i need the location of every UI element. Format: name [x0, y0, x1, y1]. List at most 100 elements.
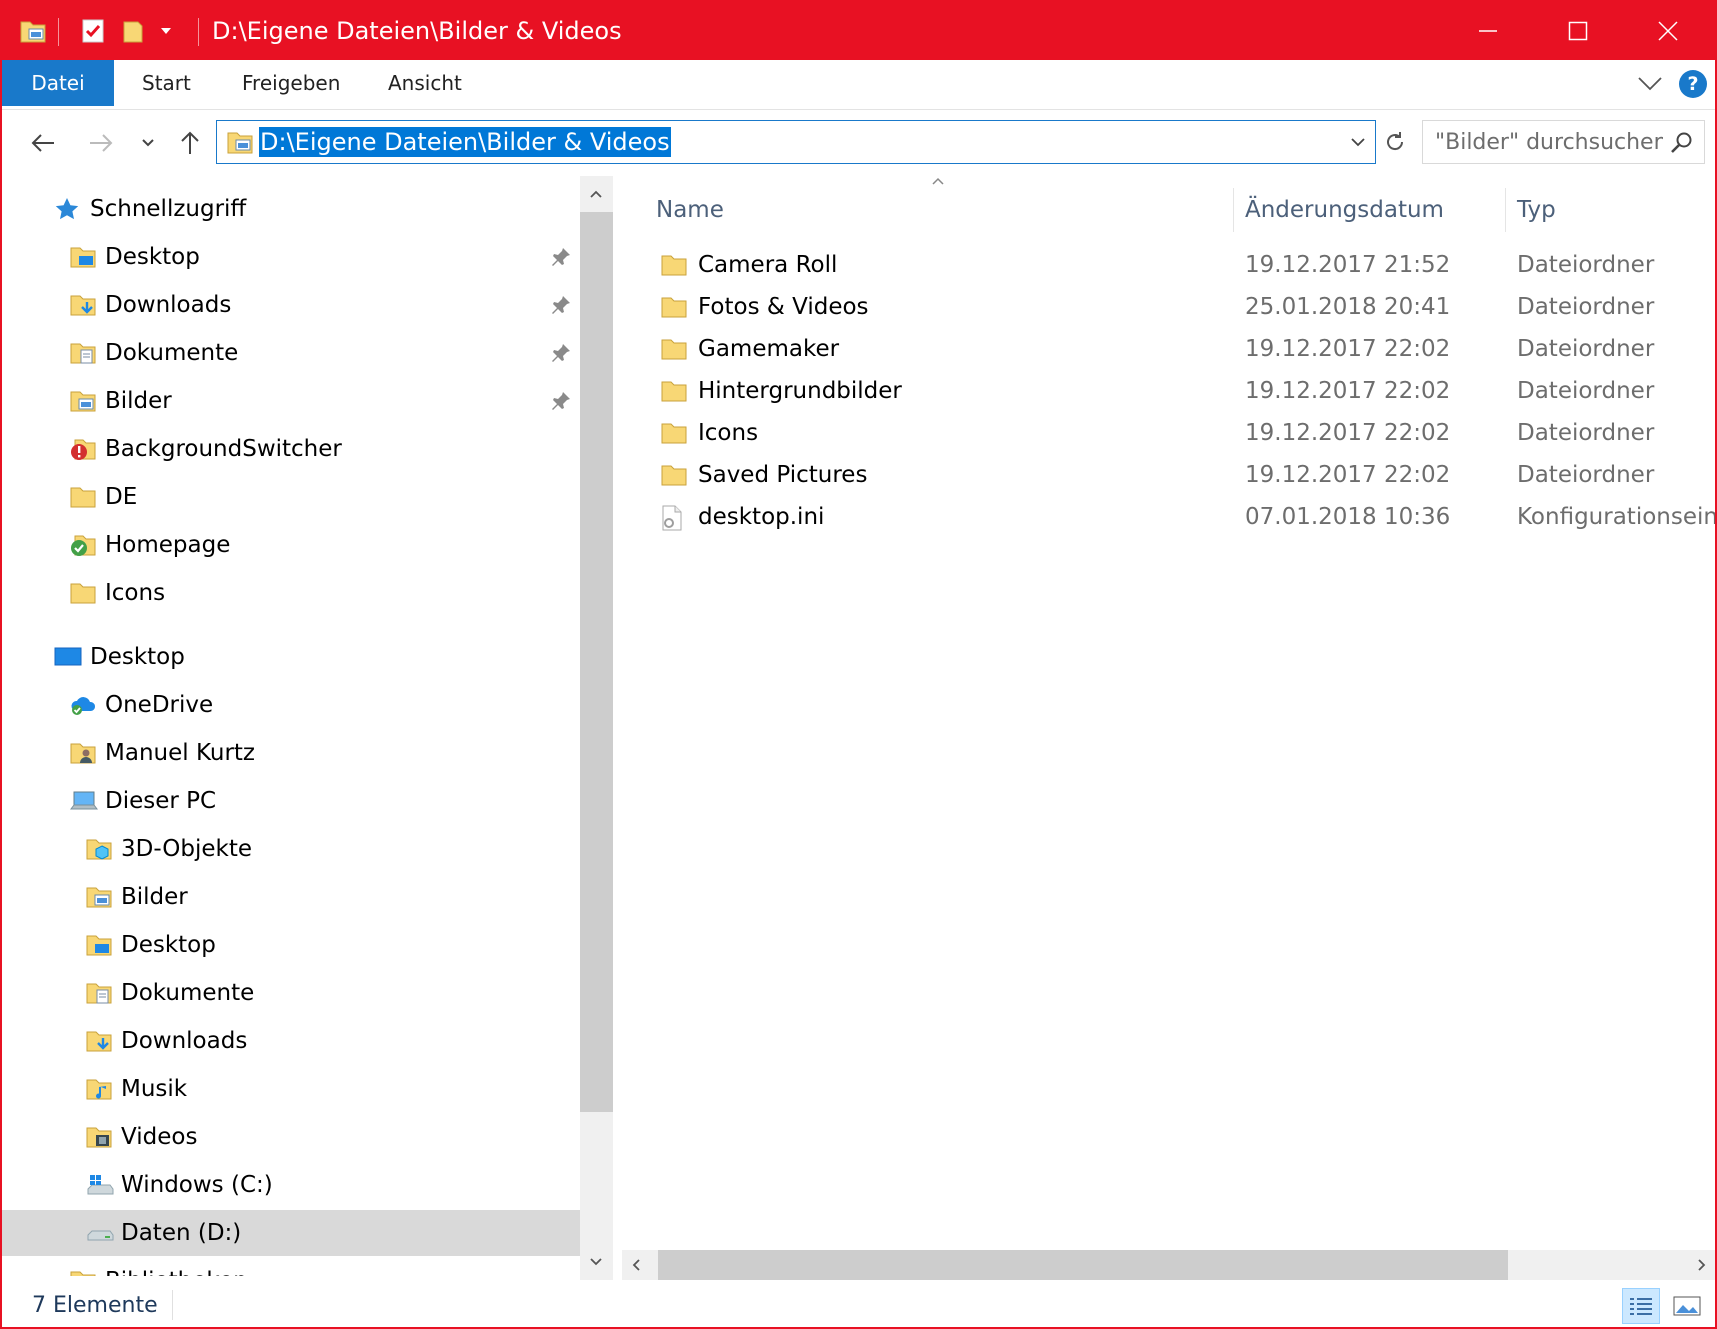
close-icon — [1658, 21, 1678, 41]
nav-item[interactable]: Windows (C:) — [2, 1162, 580, 1208]
nav-item-label: BackgroundSwitcher — [105, 436, 342, 462]
file-name: Icons — [698, 420, 759, 446]
file-row[interactable]: desktop.ini 07.01.2018 10:36 Konfiguration… — [613, 496, 1715, 538]
ribbon-tabs: Datei Start Freigeben Ansicht ? — [2, 60, 1715, 110]
close-button[interactable] — [1622, 2, 1714, 60]
nav-item-label: Icons — [105, 580, 166, 606]
file-row[interactable]: Hintergrundbilder 19.12.2017 22:02 Dateior… — [613, 370, 1715, 412]
file-row[interactable]: Gamemaker 19.12.2017 22:02 Dateiordner — [613, 328, 1715, 370]
customize-dropdown-icon[interactable] — [152, 15, 180, 47]
pin-icon[interactable] — [550, 246, 572, 272]
help-button[interactable]: ? — [1679, 70, 1707, 98]
nav-item[interactable]: Bilder — [2, 378, 580, 424]
pin-icon[interactable] — [550, 390, 572, 416]
address-path[interactable]: D:\Eigene Dateien\Bilder & Videos — [259, 127, 671, 157]
forward-button[interactable] — [84, 126, 118, 160]
address-bar[interactable]: D:\Eigene Dateien\Bilder & Videos — [216, 120, 1376, 164]
properties-check-icon[interactable] — [76, 15, 110, 47]
column-header-name[interactable]: Name — [656, 190, 724, 230]
3d-objects-folder-icon — [86, 837, 112, 861]
refresh-button[interactable] — [1380, 124, 1410, 160]
nav-item[interactable]: 3D-Objekte — [2, 826, 580, 872]
nav-item[interactable]: DE — [2, 474, 580, 520]
expand-ribbon-button[interactable] — [1637, 72, 1663, 94]
file-row[interactable]: Saved Pictures 19.12.2017 22:02 Dateiordne… — [613, 454, 1715, 496]
back-button[interactable] — [26, 126, 60, 160]
nav-item[interactable]: Desktop — [2, 234, 580, 280]
search-box[interactable] — [1422, 120, 1705, 164]
file-date: 19.12.2017 22:02 — [1245, 462, 1451, 488]
details-view-button[interactable] — [1622, 1288, 1660, 1324]
nav-item[interactable]: Dieser PC — [2, 778, 580, 824]
scroll-thumb[interactable] — [580, 212, 613, 1112]
scroll-left-icon[interactable] — [628, 1257, 644, 1273]
column-header-type[interactable]: Typ — [1517, 190, 1556, 230]
scroll-thumb[interactable] — [658, 1250, 1508, 1280]
nav-item[interactable]: Desktop — [2, 922, 580, 968]
pc-icon — [70, 789, 98, 813]
nav-item[interactable]: BackgroundSwitcher — [2, 426, 580, 472]
status-bar: 7 Elemente — [2, 1280, 1715, 1327]
nav-item[interactable]: Schnellzugriff — [2, 186, 580, 232]
chevron-down-icon[interactable] — [1349, 133, 1367, 151]
column-header-date[interactable]: Änderungsdatum — [1245, 190, 1444, 230]
scroll-down-icon[interactable] — [588, 1254, 604, 1270]
minimize-button[interactable] — [1442, 2, 1534, 60]
nav-item[interactable]: Dokumente — [2, 330, 580, 376]
nav-item[interactable]: Bilder — [2, 874, 580, 920]
folder-icon — [661, 421, 687, 449]
nav-item[interactable]: Dokumente — [2, 970, 580, 1016]
nav-item[interactable]: Homepage — [2, 522, 580, 568]
nav-item[interactable]: Videos — [2, 1114, 580, 1160]
file-type: Dateiordner — [1517, 420, 1655, 446]
nav-item[interactable]: Daten (D:) — [2, 1210, 580, 1256]
pin-icon[interactable] — [550, 294, 572, 320]
nav-item-label: Bibliotheken — [105, 1266, 248, 1276]
nav-item[interactable]: OneDrive — [2, 682, 580, 728]
file-list-scrollbar[interactable] — [622, 1250, 1715, 1280]
folder-picture-icon[interactable] — [16, 15, 50, 47]
large-icons-view-button[interactable] — [1668, 1288, 1706, 1324]
nav-item[interactable]: Desktop — [2, 634, 580, 680]
sort-ascending-icon — [932, 177, 944, 185]
tab-start[interactable]: Start — [142, 60, 191, 106]
tab-datei[interactable]: Datei — [2, 60, 114, 106]
arrow-right-icon — [90, 134, 113, 152]
nav-item[interactable]: Musik — [2, 1066, 580, 1112]
file-list: Name Änderungsdatum Typ Camera Roll 19.12… — [613, 176, 1715, 1250]
scroll-up-icon[interactable] — [588, 186, 604, 202]
nav-item-label: Bilder — [121, 884, 188, 910]
scroll-right-icon[interactable] — [1694, 1257, 1710, 1273]
downloads-folder-icon — [70, 293, 96, 317]
documents-folder-icon — [86, 981, 112, 1005]
file-name: Hintergrundbilder — [698, 378, 902, 404]
pin-icon[interactable] — [550, 342, 572, 368]
search-input[interactable] — [1423, 121, 1663, 163]
file-row[interactable]: Icons 19.12.2017 22:02 Dateiordner — [613, 412, 1715, 454]
search-icon[interactable] — [1670, 131, 1694, 155]
explorer-window: D:\Eigene Dateien\Bilder & Videos Datei … — [0, 0, 1717, 1329]
documents-folder-icon — [70, 341, 96, 365]
nav-item-label: Schnellzugriff — [90, 196, 247, 222]
up-button[interactable] — [174, 126, 206, 160]
nav-item[interactable]: Downloads — [2, 1018, 580, 1064]
nav-item[interactable]: Bibliotheken — [2, 1258, 580, 1276]
nav-item[interactable]: Downloads — [2, 282, 580, 328]
nav-item[interactable]: Icons — [2, 570, 580, 616]
title-bar: D:\Eigene Dateien\Bilder & Videos — [2, 2, 1715, 60]
nav-item[interactable]: Manuel Kurtz — [2, 730, 580, 776]
new-folder-icon[interactable] — [116, 15, 150, 47]
maximize-button[interactable] — [1532, 2, 1624, 60]
nav-item-label: Windows (C:) — [121, 1172, 273, 1198]
check-badge-folder-icon — [70, 533, 96, 557]
nav-pane-scrollbar[interactable] — [580, 176, 613, 1280]
chevron-down-icon — [1638, 77, 1662, 91]
large-icons-view-icon — [1673, 1296, 1701, 1316]
file-row[interactable]: Fotos & Videos 25.01.2018 20:41 Dateiordne… — [613, 286, 1715, 328]
tab-freigeben[interactable]: Freigeben — [242, 60, 340, 106]
tab-ansicht[interactable]: Ansicht — [388, 60, 462, 106]
music-folder-icon — [86, 1077, 112, 1101]
folder-icon — [661, 463, 687, 491]
file-row[interactable]: Camera Roll 19.12.2017 21:52 Dateiordner — [613, 244, 1715, 286]
recent-locations-button[interactable] — [136, 126, 160, 160]
